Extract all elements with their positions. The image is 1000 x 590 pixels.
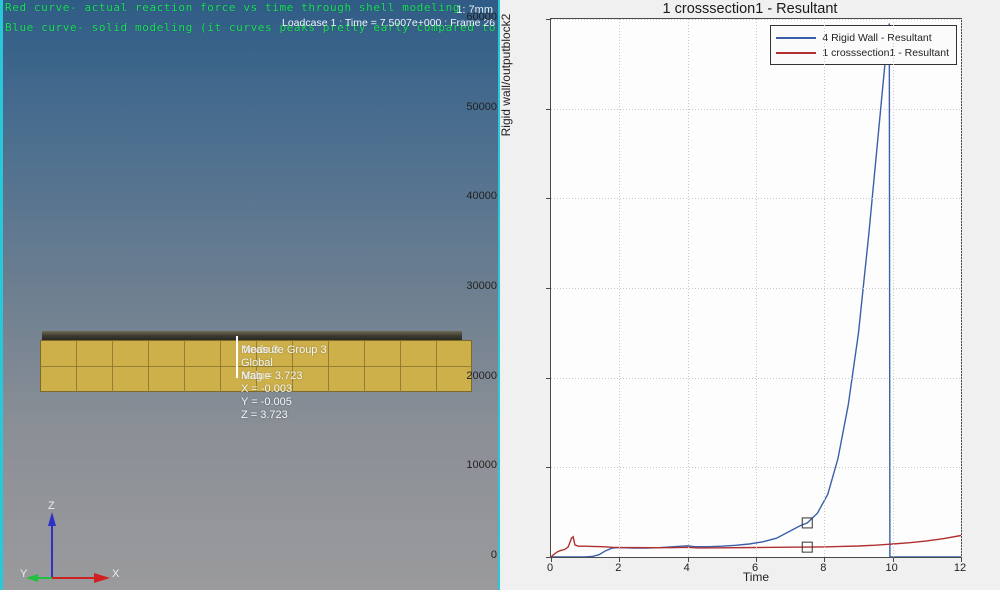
x-tick-label: 2 (615, 562, 622, 574)
x-tick-label: 0 (546, 562, 554, 574)
measure-z-label: Z = 3.723 (241, 409, 288, 421)
x-tick-label: 10 (885, 562, 898, 574)
grid-line-vertical (961, 19, 962, 557)
chart-plot-area[interactable]: 4 Rigid Wall - Resultant 1 crosssection1… (546, 18, 962, 562)
legend-swatch-0 (776, 36, 817, 39)
grid-line-horizontal (551, 377, 961, 379)
chart-y-axis-label: Rigid wall/outputblock2 (499, 13, 513, 137)
annotation-text-red-curve: Red curve- actual reaction force vs time… (5, 1, 461, 14)
triad-y-label: Y (20, 568, 28, 580)
y-tick-label: 10000 (466, 459, 497, 472)
legend-label-0: 4 Rigid Wall - Resultant (822, 31, 932, 44)
x-tick-label: 8 (820, 562, 827, 574)
measure-magnitude-label: Mag = 3.723 (241, 370, 303, 382)
grid-line-horizontal (551, 198, 961, 200)
x-tick-label: 6 (751, 562, 759, 574)
legend-swatch-1 (776, 51, 817, 54)
y-tick-label: 20000 (466, 369, 497, 382)
mesh-top-edge (41, 331, 463, 340)
chart-title: 1 crosssection1 - Resultant (662, 1, 838, 17)
grid-line-horizontal (551, 108, 961, 110)
y-tick-label: 50000 (466, 100, 497, 113)
measure-x-label: X = -0.003 (241, 383, 293, 395)
legend-item-0[interactable]: 4 Rigid Wall - Resultant (776, 30, 949, 45)
triad-x-label: X (112, 568, 120, 580)
y-tick-label: 0 (490, 549, 497, 561)
y-tick-mark (546, 557, 551, 558)
x-tick-label: 12 (953, 562, 967, 574)
grid-line-horizontal (551, 467, 961, 469)
x-tick-label: 4 (683, 562, 690, 574)
axis-triad: Z X Y (20, 500, 130, 585)
measure-group-label: Measure Group 3 (241, 344, 327, 356)
y-tick-label: 40000 (466, 190, 497, 203)
y-tick-mark (546, 19, 551, 20)
y-tick-label: 60000 (466, 11, 497, 23)
chart-legend[interactable]: 4 Rigid Wall - Resultant 1 crosssection1… (770, 25, 957, 65)
application-window: Red curve- actual reaction force vs time… (0, 0, 1000, 590)
triad-z-label: Z (48, 500, 55, 512)
measure-y-label: Y = -0.005 (241, 396, 292, 408)
y-tick-mark (546, 467, 551, 469)
legend-label-1: 1 crosssection1 - Resultant (822, 46, 949, 59)
y-tick-mark (546, 377, 551, 379)
y-tick-mark (546, 198, 551, 200)
y-tick-mark (546, 288, 551, 289)
measure-frame-label: Global (241, 357, 273, 369)
y-tick-mark (546, 108, 551, 110)
chart-panel: 1 crosssection1 - Resultant Rigid wall/o… (466, 0, 1000, 590)
grid-line-horizontal (551, 19, 961, 20)
grid-line-horizontal (551, 288, 961, 289)
selected-node-marker (236, 336, 238, 378)
legend-item-1[interactable]: 1 crosssection1 - Resultant (776, 45, 949, 60)
y-tick-label: 30000 (466, 280, 497, 292)
3d-viewport[interactable]: Red curve- actual reaction force vs time… (0, 0, 500, 590)
